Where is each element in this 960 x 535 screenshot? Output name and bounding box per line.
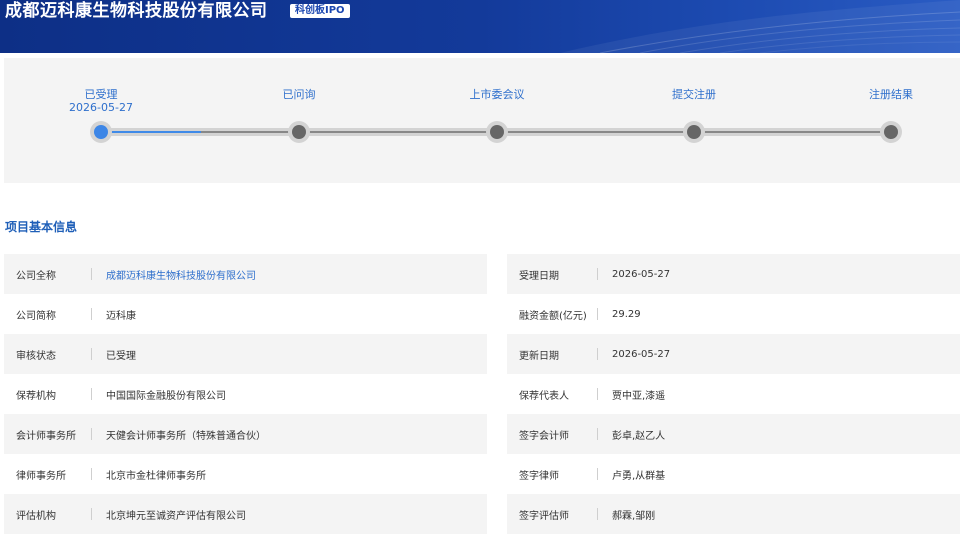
divider	[91, 508, 92, 520]
info-cell: 融资金额(亿元) 29.29	[507, 294, 960, 334]
info-value: 29.29	[612, 308, 641, 320]
section-title: 项目基本信息	[5, 220, 78, 234]
step-label-submit-registration: 提交注册	[672, 88, 716, 101]
step-dot	[94, 125, 108, 139]
info-key: 更新日期	[519, 350, 559, 362]
info-cell: 审核状态 已受理	[4, 334, 487, 374]
company-title: 成都迈科康生物科技股份有限公司	[5, 1, 268, 21]
step-name: 已问询	[282, 88, 316, 101]
info-cell: 更新日期 2026-05-27	[507, 334, 960, 374]
divider	[91, 428, 92, 440]
step-label-registration-result: 注册结果	[869, 88, 913, 101]
info-value: 2026-05-27	[612, 268, 671, 280]
step-name: 已受理	[84, 88, 118, 101]
info-key: 签字会计师	[519, 430, 569, 442]
info-value: 北京市金杜律师事务所	[106, 470, 206, 482]
table-row: 评估机构 北京坤元至诚资产评估有限公司 签字评估师 郝霖,邹刚	[4, 494, 960, 534]
info-cell: 公司简称 迈科康	[4, 294, 487, 334]
info-key: 融资金额(亿元)	[519, 310, 587, 322]
info-value: 已受理	[106, 350, 136, 362]
info-cell: 保荐机构 中国国际金融股份有限公司	[4, 374, 487, 414]
step-node-inquiry	[288, 121, 310, 143]
step-label-inquiry: 已问询	[283, 88, 316, 101]
step-node-listing-committee	[486, 121, 508, 143]
info-key: 保荐代表人	[519, 390, 569, 402]
step-name: 提交注册	[672, 88, 716, 101]
divider	[597, 468, 598, 480]
review-progress-panel: 已受理 2026-05-27 已问询 上市委会议 提交注册 注册结果	[4, 58, 960, 183]
divider	[91, 468, 92, 480]
info-key: 签字律师	[519, 470, 559, 482]
step-dot	[884, 125, 898, 139]
step-dot	[490, 125, 504, 139]
step-name: 注册结果	[869, 88, 913, 101]
info-cell: 签字会计师 彭卓,赵乙人	[507, 414, 960, 454]
divider	[597, 348, 598, 360]
progress-track-fill	[101, 131, 201, 133]
step-dot	[687, 125, 701, 139]
info-cell: 会计师事务所 天健会计师事务所（特殊普通合伙）	[4, 414, 487, 454]
info-value: 2026-05-27	[612, 348, 671, 360]
divider	[91, 388, 92, 400]
project-info-table: 公司全称 成都迈科康生物科技股份有限公司 受理日期 2026-05-27 公司简…	[4, 254, 960, 534]
board-badge: 科创板IPO	[290, 4, 350, 18]
table-row: 律师事务所 北京市金杜律师事务所 签字律师 卢勇,从群基	[4, 454, 960, 494]
step-date: 2026-05-27	[69, 101, 133, 114]
info-value: 迈科康	[106, 310, 136, 322]
divider	[597, 308, 598, 320]
step-node-registration-result	[880, 121, 902, 143]
page-header: 成都迈科康生物科技股份有限公司 科创板IPO	[0, 0, 960, 53]
info-key: 会计师事务所	[16, 430, 76, 442]
info-key: 签字评估师	[519, 510, 569, 522]
step-node-submit-registration	[683, 121, 705, 143]
info-key: 保荐机构	[16, 390, 56, 402]
info-key: 公司简称	[16, 310, 56, 322]
info-cell: 签字律师 卢勇,从群基	[507, 454, 960, 494]
info-key: 公司全称	[16, 270, 56, 282]
info-cell: 签字评估师 郝霖,邹刚	[507, 494, 960, 534]
table-row: 审核状态 已受理 更新日期 2026-05-27	[4, 334, 960, 374]
info-value: 郝霖,邹刚	[612, 510, 656, 522]
divider	[597, 268, 598, 280]
info-cell: 公司全称 成都迈科康生物科技股份有限公司	[4, 254, 487, 294]
info-cell: 受理日期 2026-05-27	[507, 254, 960, 294]
info-key: 评估机构	[16, 510, 56, 522]
info-value: 贾中亚,漆遥	[612, 390, 666, 402]
table-row: 保荐机构 中国国际金融股份有限公司 保荐代表人 贾中亚,漆遥	[4, 374, 960, 414]
table-row: 公司简称 迈科康 融资金额(亿元) 29.29	[4, 294, 960, 334]
info-value: 天健会计师事务所（特殊普通合伙）	[106, 430, 266, 442]
info-value: 彭卓,赵乙人	[612, 430, 666, 442]
info-value: 中国国际金融股份有限公司	[106, 390, 226, 402]
info-key: 律师事务所	[16, 470, 66, 482]
divider	[91, 268, 92, 280]
step-name: 上市委会议	[469, 88, 525, 101]
step-label-listing-committee: 上市委会议	[470, 88, 525, 101]
divider	[597, 508, 598, 520]
table-row: 会计师事务所 天健会计师事务所（特殊普通合伙） 签字会计师 彭卓,赵乙人	[4, 414, 960, 454]
step-label-accepted: 已受理 2026-05-27	[69, 88, 133, 114]
info-cell: 评估机构 北京坤元至诚资产评估有限公司	[4, 494, 487, 534]
info-cell: 保荐代表人 贾中亚,漆遥	[507, 374, 960, 414]
info-value: 北京坤元至诚资产评估有限公司	[106, 510, 246, 522]
table-row: 公司全称 成都迈科康生物科技股份有限公司 受理日期 2026-05-27	[4, 254, 960, 294]
info-key: 受理日期	[519, 270, 559, 282]
divider	[91, 308, 92, 320]
info-value: 卢勇,从群基	[612, 470, 666, 482]
divider	[597, 388, 598, 400]
company-fullname-link[interactable]: 成都迈科康生物科技股份有限公司	[106, 267, 256, 282]
step-dot	[292, 125, 306, 139]
info-key: 审核状态	[16, 350, 56, 362]
step-node-accepted	[90, 121, 112, 143]
divider	[597, 428, 598, 440]
divider	[91, 348, 92, 360]
info-cell: 律师事务所 北京市金杜律师事务所	[4, 454, 487, 494]
